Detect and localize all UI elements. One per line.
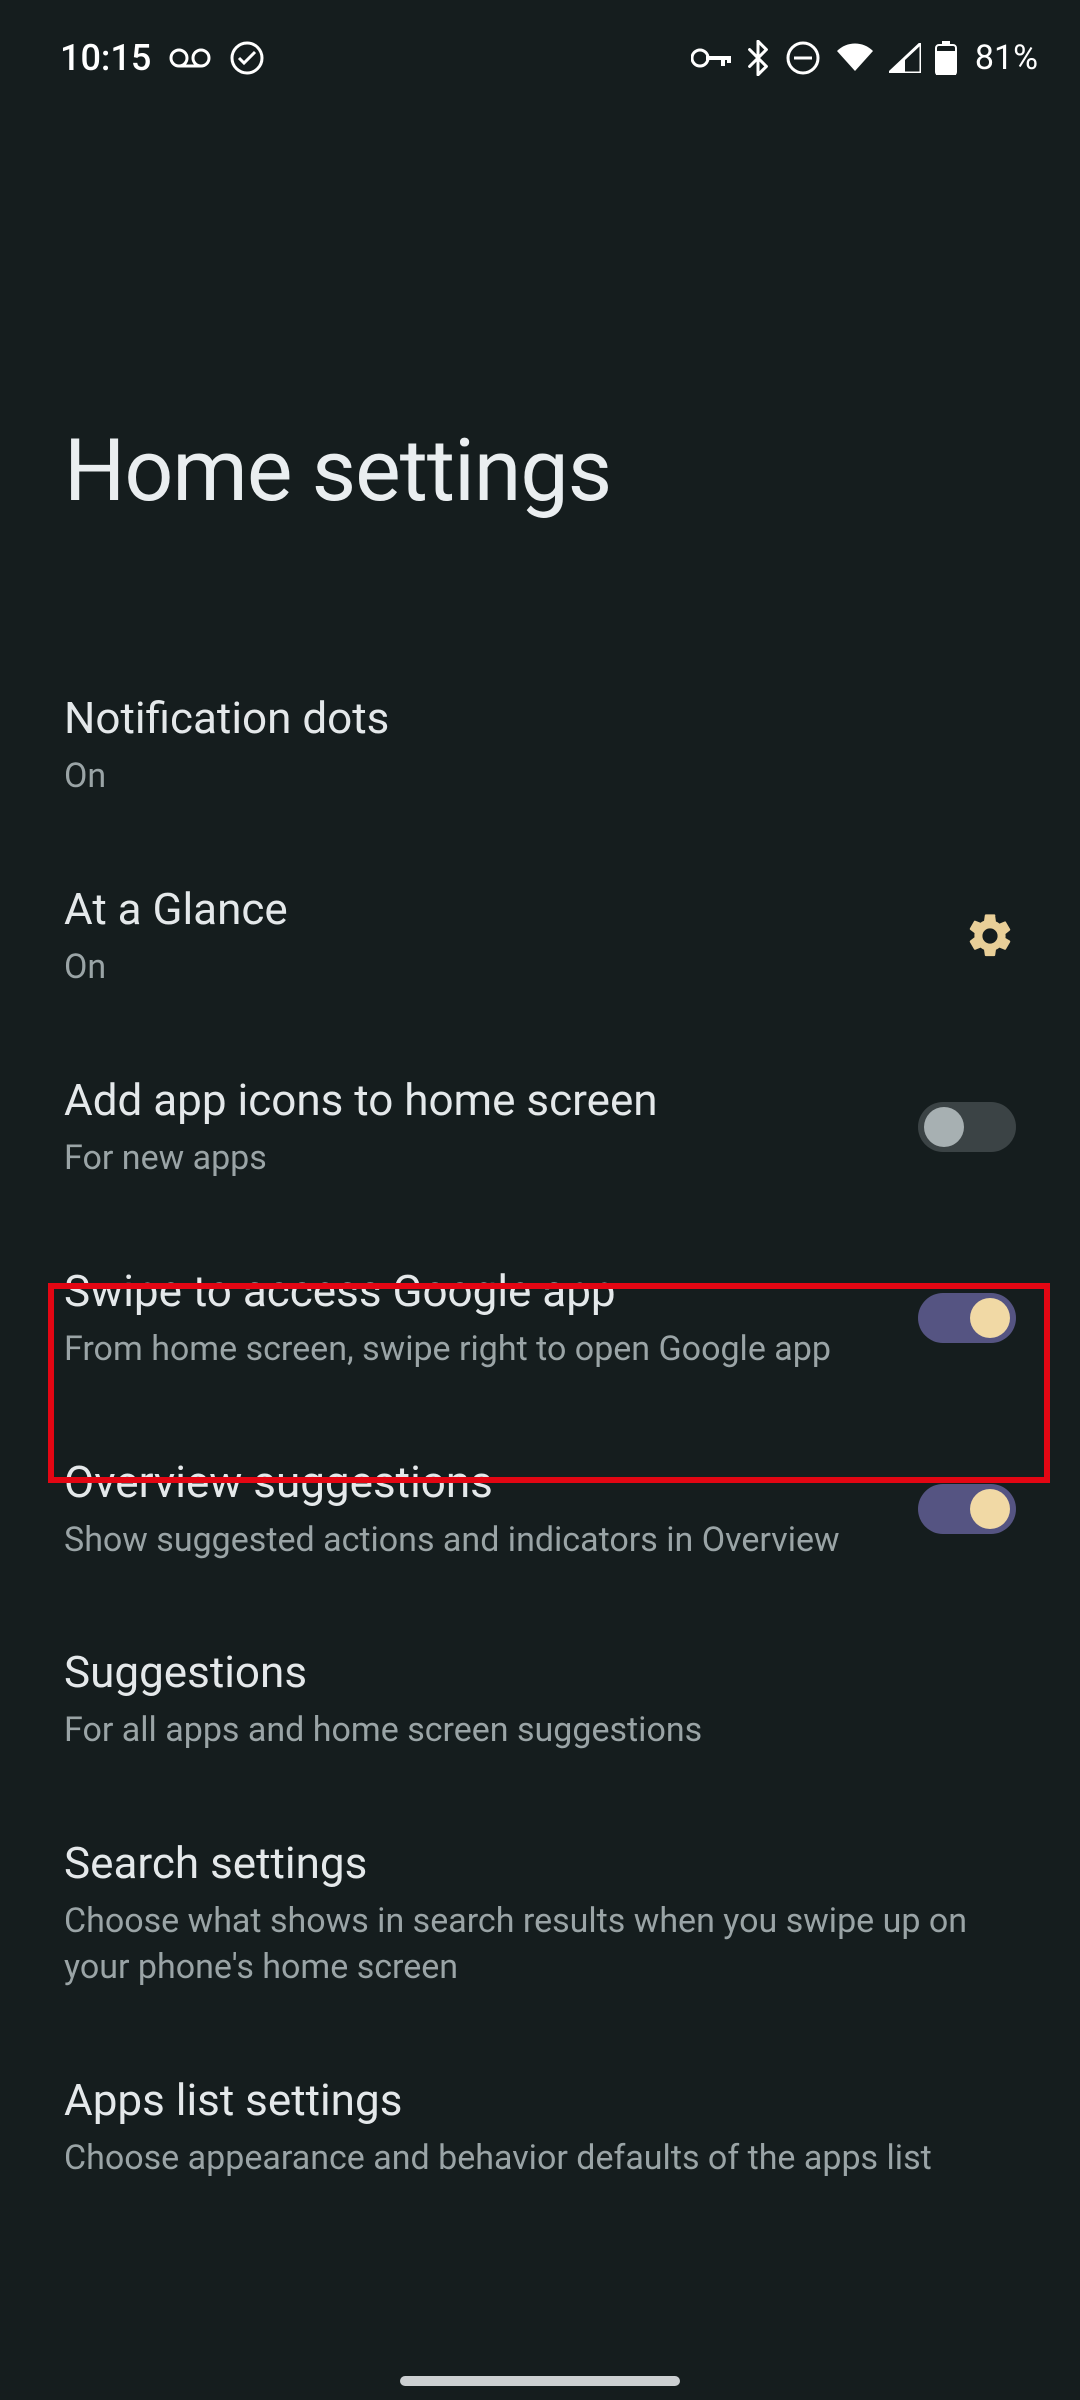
setting-add-icons[interactable]: Add app icons to home screen For new app…	[0, 1033, 1080, 1224]
setting-subtitle: From home screen, swipe right to open Go…	[64, 1327, 888, 1373]
setting-subtitle: On	[64, 945, 934, 991]
setting-subtitle: Choose what shows in search results when…	[64, 1899, 986, 1991]
gear-icon[interactable]	[964, 910, 1016, 962]
setting-notification-dots[interactable]: Notification dots On	[0, 651, 1080, 842]
toggle-overview-suggestions[interactable]	[918, 1484, 1016, 1534]
setting-text: Suggestions For all apps and home screen…	[64, 1645, 1016, 1754]
setting-search-settings[interactable]: Search settings Choose what shows in sea…	[0, 1796, 1080, 2033]
navigation-handle[interactable]	[400, 2376, 680, 2386]
setting-text: Overview suggestions Show suggested acti…	[64, 1455, 918, 1564]
setting-at-a-glance[interactable]: At a Glance On	[0, 842, 1080, 1033]
page-title: Home settings	[0, 90, 1080, 521]
checkmark-circle-icon	[229, 40, 265, 76]
setting-text: Add app icons to home screen For new app…	[64, 1073, 918, 1182]
setting-subtitle: On	[64, 754, 986, 800]
setting-text: Search settings Choose what shows in sea…	[64, 1836, 1016, 1991]
setting-title: Search settings	[64, 1836, 986, 1891]
status-time: 10:15	[60, 37, 151, 79]
setting-subtitle: For all apps and home screen suggestions	[64, 1708, 986, 1754]
setting-title: At a Glance	[64, 882, 934, 937]
battery-icon	[935, 41, 957, 75]
battery-percentage: 81%	[975, 38, 1038, 78]
settings-list: Notification dots On At a Glance On Add …	[0, 521, 1080, 2224]
setting-text: At a Glance On	[64, 882, 964, 991]
toggle-swipe-google[interactable]	[918, 1293, 1016, 1343]
dnd-icon	[785, 40, 821, 76]
setting-title: Suggestions	[64, 1645, 986, 1700]
setting-text: Notification dots On	[64, 691, 1016, 800]
status-bar: 10:15 81%	[0, 0, 1080, 90]
setting-title: Add app icons to home screen	[64, 1073, 888, 1128]
setting-title: Swipe to access Google app	[64, 1264, 888, 1319]
setting-title: Notification dots	[64, 691, 986, 746]
setting-subtitle: For new apps	[64, 1136, 888, 1182]
setting-overview-suggestions[interactable]: Overview suggestions Show suggested acti…	[0, 1415, 1080, 1606]
toggle-add-icons[interactable]	[918, 1102, 1016, 1152]
setting-title: Apps list settings	[64, 2073, 986, 2128]
setting-subtitle: Show suggested actions and indicators in…	[64, 1518, 888, 1564]
setting-swipe-google[interactable]: Swipe to access Google app From home scr…	[0, 1224, 1080, 1415]
setting-text: Swipe to access Google app From home scr…	[64, 1264, 918, 1373]
wifi-icon	[835, 43, 875, 73]
key-icon	[691, 47, 731, 69]
setting-subtitle: Choose appearance and behavior defaults …	[64, 2136, 986, 2182]
status-left: 10:15	[60, 37, 265, 79]
setting-suggestions[interactable]: Suggestions For all apps and home screen…	[0, 1605, 1080, 1796]
voicemail-icon	[169, 46, 211, 70]
signal-icon	[889, 43, 921, 73]
setting-apps-list[interactable]: Apps list settings Choose appearance and…	[0, 2033, 1080, 2224]
status-right: 81%	[691, 38, 1038, 78]
setting-title: Overview suggestions	[64, 1455, 888, 1510]
bluetooth-icon	[745, 40, 771, 76]
setting-text: Apps list settings Choose appearance and…	[64, 2073, 1016, 2182]
